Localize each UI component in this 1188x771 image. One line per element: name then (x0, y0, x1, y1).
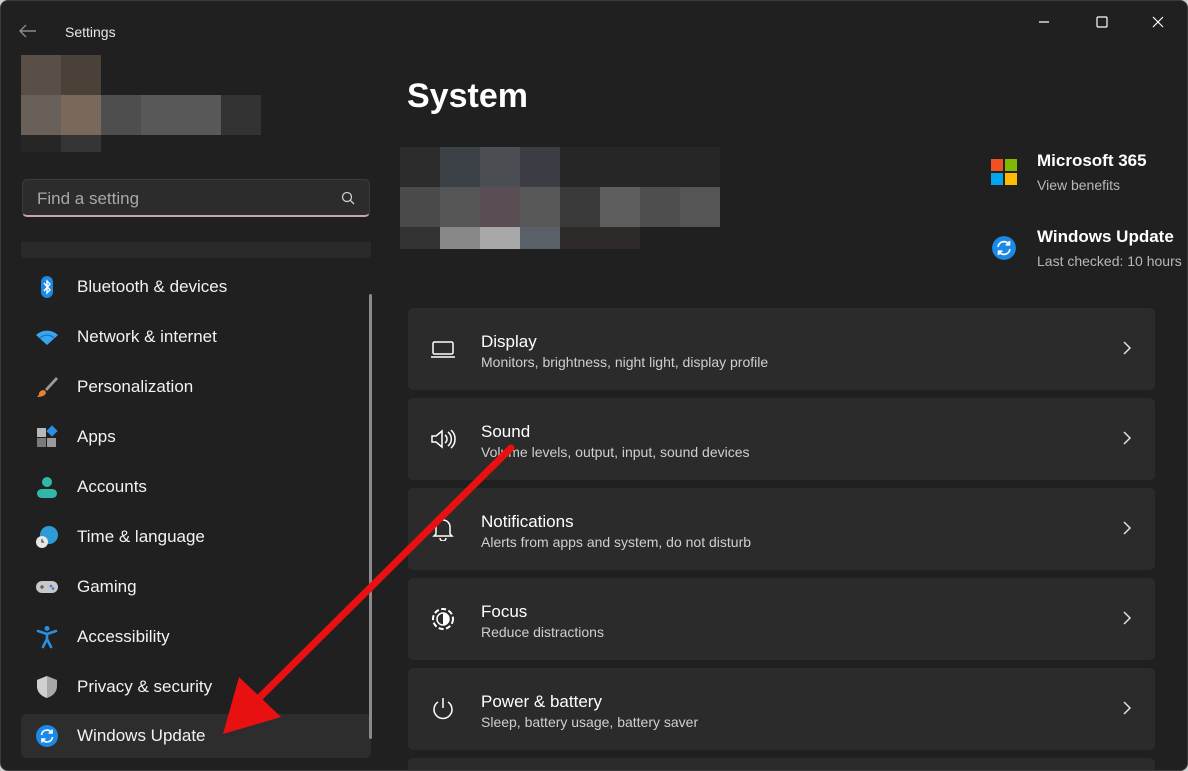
sidebar-item-label: Privacy & security (77, 677, 213, 696)
card-title: Display (481, 332, 537, 351)
speaker-icon (431, 429, 456, 449)
sidebar-item-privacy-security[interactable]: Privacy & security (21, 665, 371, 709)
sidebar-scrollbar[interactable] (369, 294, 372, 739)
card-power-battery[interactable]: Power & battery Sleep, battery usage, ba… (408, 668, 1155, 750)
apps-icon (37, 425, 58, 447)
card-title: Sound (481, 422, 531, 441)
chevron-right-icon (1123, 341, 1132, 355)
close-icon (1152, 16, 1164, 28)
chevron-right-icon (1123, 701, 1132, 715)
person-icon (37, 477, 57, 498)
search-input[interactable] (35, 186, 329, 212)
card-subtitle: Volume levels, output, input, sound devi… (481, 444, 750, 460)
wifi-icon (36, 330, 58, 345)
sidebar-item-accessibility[interactable]: Accessibility (21, 615, 371, 659)
sidebar-item-label: Personalization (77, 377, 194, 396)
app-title: Settings (65, 24, 116, 40)
promo-title: Microsoft 365 (1037, 151, 1147, 170)
minimize-button[interactable] (1021, 9, 1067, 35)
search-box[interactable] (22, 179, 370, 217)
search-icon[interactable] (341, 191, 355, 205)
maximize-button[interactable] (1079, 9, 1125, 35)
windows-update-promo[interactable]: Windows Update Last checked: 10 hours (991, 227, 1187, 275)
paintbrush-icon (37, 377, 58, 397)
sidebar-item-label: Accessibility (77, 627, 170, 646)
user-profile-blurred[interactable] (21, 55, 261, 152)
card-notifications[interactable]: Notifications Alerts from apps and syste… (408, 488, 1155, 570)
chevron-right-icon (1123, 611, 1132, 625)
sidebar-item-label: Gaming (77, 577, 137, 596)
card-subtitle: Reduce distractions (481, 624, 604, 640)
settings-window: Settings Bluetooth & devices (0, 0, 1188, 771)
chevron-right-icon (1123, 431, 1132, 445)
gamepad-icon (36, 581, 58, 593)
close-button[interactable] (1135, 9, 1181, 35)
sidebar-item-personalization[interactable]: Personalization (21, 365, 371, 409)
card-title: Focus (481, 602, 528, 621)
promo-subtitle: Last checked: 10 hours (1037, 253, 1182, 269)
bell-icon (432, 519, 454, 541)
accessibility-icon (36, 626, 58, 649)
device-image-blurred (400, 147, 720, 251)
shield-icon (37, 676, 57, 698)
title-bar: Settings (1, 1, 1187, 61)
card-subtitle: Alerts from apps and system, do not dist… (481, 534, 752, 550)
chevron-right-icon (1123, 521, 1132, 535)
card-title: Notifications (481, 512, 574, 531)
page-title: System (407, 77, 528, 115)
sidebar-item-accounts[interactable]: Accounts (21, 465, 371, 509)
microsoft-logo-icon (991, 159, 1017, 185)
microsoft-365-promo[interactable]: Microsoft 365 View benefits (991, 151, 1181, 199)
windows-update-icon (36, 725, 58, 747)
minimize-icon (1039, 21, 1049, 23)
card-subtitle: Sleep, battery usage, battery saver (481, 714, 699, 730)
card-partial[interactable] (408, 758, 1155, 770)
bluetooth-icon (41, 276, 53, 298)
sidebar-item-gaming[interactable]: Gaming (21, 565, 371, 609)
arrow-left-icon (19, 24, 36, 38)
sidebar-item-label: Network & internet (77, 327, 217, 346)
sidebar-item-system-partial[interactable] (21, 242, 371, 258)
sidebar-item-label: Apps (77, 427, 116, 446)
focus-icon (432, 608, 454, 630)
card-display[interactable]: Display Monitors, brightness, night ligh… (408, 308, 1155, 390)
card-sound[interactable]: Sound Volume levels, output, input, soun… (408, 398, 1155, 480)
windows-update-icon (992, 236, 1016, 260)
sidebar-item-time-language[interactable]: Time & language (21, 515, 371, 559)
sidebar-item-network[interactable]: Network & internet (21, 315, 371, 359)
sidebar-item-label: Bluetooth & devices (77, 277, 228, 296)
back-button[interactable] (19, 21, 45, 45)
sidebar-item-windows-update[interactable]: Windows Update (21, 714, 371, 758)
sidebar-nav: Bluetooth & devices Network & internet P… (21, 242, 373, 770)
display-icon (431, 341, 455, 358)
sidebar-item-bluetooth[interactable]: Bluetooth & devices (21, 265, 371, 309)
maximize-icon (1096, 16, 1108, 28)
sidebar-item-label: Time & language (77, 527, 205, 546)
promo-title: Windows Update (1037, 227, 1174, 246)
promo-subtitle: View benefits (1037, 177, 1121, 193)
sidebar-item-label: Windows Update (77, 726, 206, 745)
card-focus[interactable]: Focus Reduce distractions (408, 578, 1155, 660)
globe-clock-icon (36, 526, 58, 548)
power-icon (433, 698, 453, 720)
card-title: Power & battery (481, 692, 602, 711)
sidebar-item-label: Accounts (77, 477, 147, 496)
sidebar-item-apps[interactable]: Apps (21, 415, 371, 459)
card-subtitle: Monitors, brightness, night light, displ… (481, 354, 769, 370)
